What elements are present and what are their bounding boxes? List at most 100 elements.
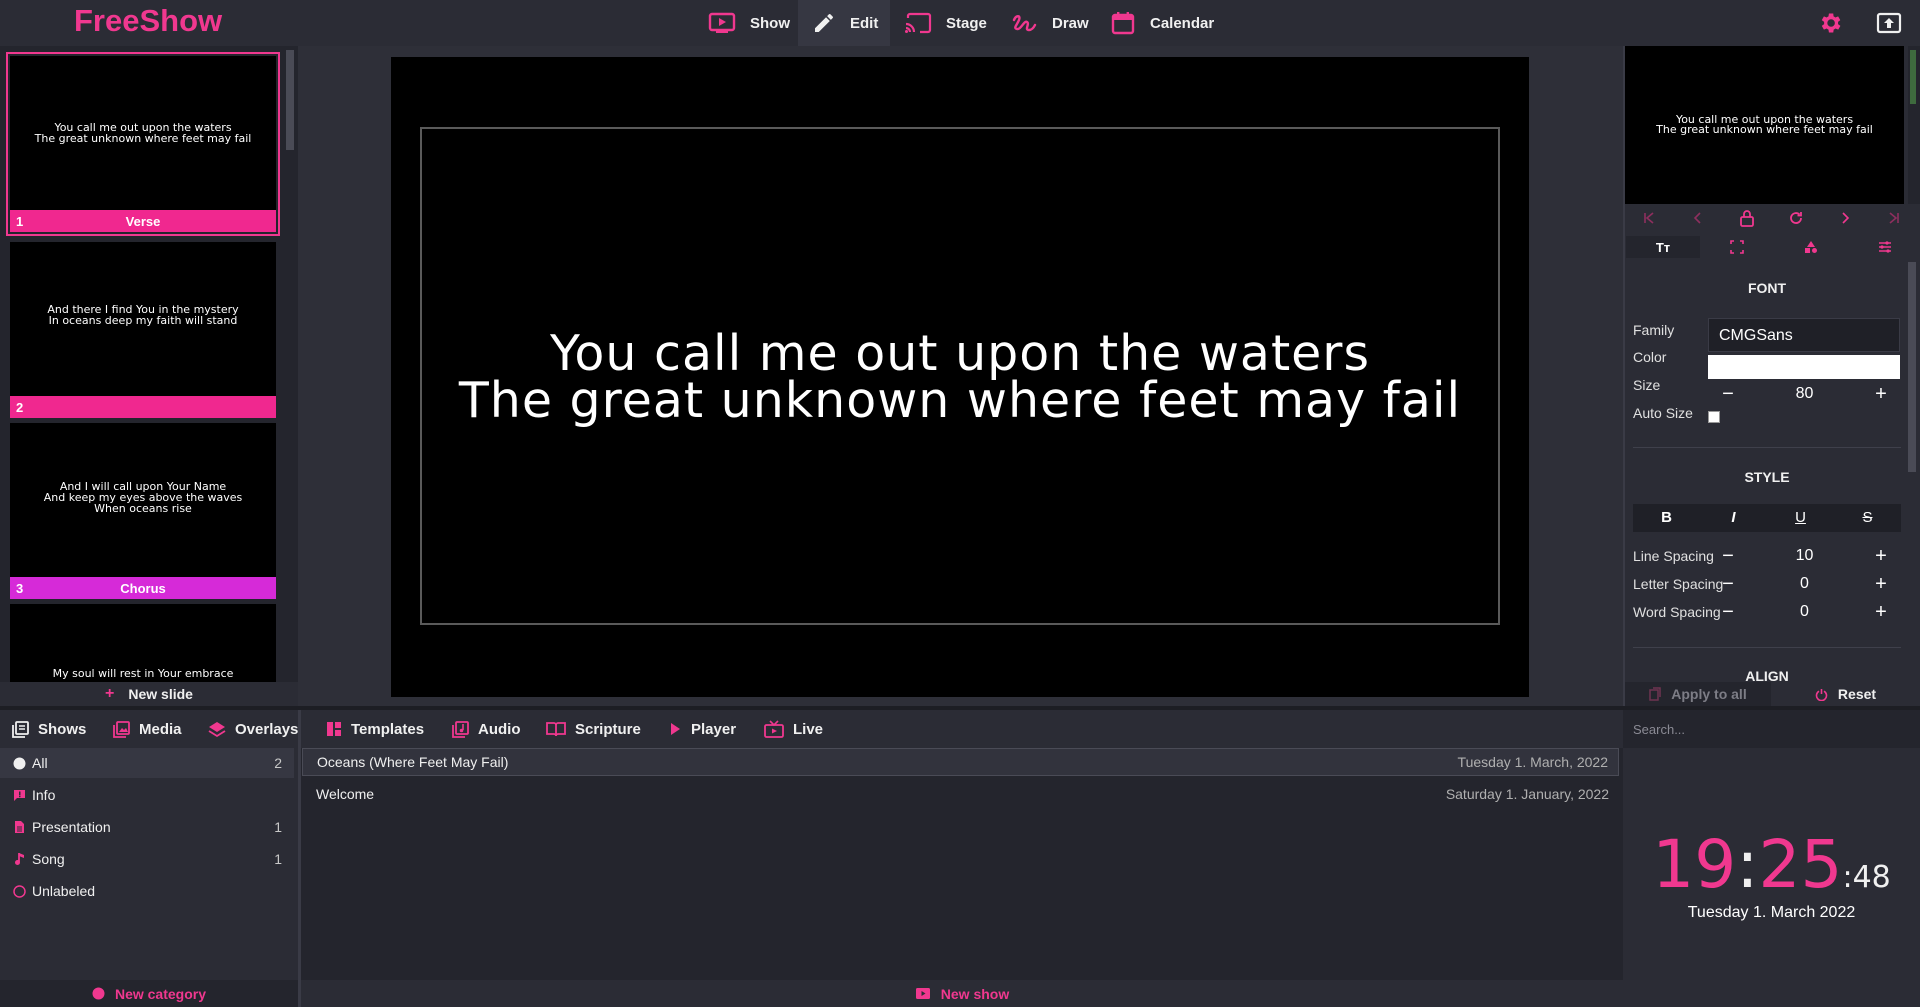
line-spacing-stepper: − 10 + [1708, 543, 1901, 569]
tab-scripture[interactable]: Scripture [546, 710, 641, 748]
decrease-button[interactable]: − [1708, 573, 1748, 596]
tab-templates-label: Templates [351, 720, 425, 738]
editor-line: The great unknown where feet may fail [458, 372, 1462, 429]
text-tab-icon[interactable]: Tт [1626, 236, 1700, 258]
refresh-icon[interactable] [1786, 208, 1806, 228]
tab-audio[interactable]: Audio [452, 710, 521, 748]
filters-tab-icon[interactable] [1848, 236, 1920, 258]
category-presentation[interactable]: Presentation 1 [0, 812, 294, 842]
shapes-tab-icon[interactable] [1774, 236, 1848, 258]
nav-stage[interactable]: Stage [890, 0, 1001, 46]
letter-spacing-value[interactable]: 0 [1748, 575, 1861, 593]
nav-show[interactable]: Show [694, 0, 804, 46]
slide-thumbnail[interactable]: And there I find You in the mystery In o… [10, 242, 276, 418]
nav-calendar-label: Calendar [1150, 14, 1215, 32]
clock-hours: 19 [1652, 826, 1737, 903]
color-picker[interactable] [1708, 355, 1900, 379]
slide-thumbnail[interactable]: And I will call upon Your Name And keep … [10, 423, 276, 599]
bold-button[interactable]: B [1633, 504, 1700, 532]
apply-to-all-button[interactable]: Apply to all [1625, 682, 1771, 706]
search-input[interactable]: Search... [1623, 710, 1920, 748]
decrease-button[interactable]: − [1708, 383, 1748, 406]
auto-size-checkbox[interactable] [1708, 411, 1720, 423]
book-icon [546, 721, 566, 737]
decrease-button[interactable]: − [1708, 601, 1748, 624]
shows-icon [12, 720, 29, 738]
decrease-button[interactable]: − [1708, 545, 1748, 568]
new-category-label: New category [114, 985, 207, 1002]
new-slide-button[interactable]: + New slide [0, 682, 298, 706]
new-show-button[interactable]: New show [301, 980, 1623, 1007]
draw-icon [1010, 12, 1038, 34]
style-section-title: STYLE [1744, 469, 1790, 485]
tab-live[interactable]: Live [764, 710, 823, 748]
increase-button[interactable]: + [1861, 383, 1901, 406]
clock-minutes: 25 [1758, 826, 1843, 903]
last-slide-icon[interactable] [1884, 208, 1904, 228]
image-icon [113, 720, 130, 738]
show-row[interactable]: Oceans (Where Feet May Fail) Tuesday 1. … [302, 748, 1619, 776]
category-count: 1 [274, 819, 282, 835]
tab-templates[interactable]: Templates [326, 710, 424, 748]
line-spacing-label: Line Spacing [1633, 548, 1714, 564]
slide-text-line: The great unknown where feet may fail [34, 132, 252, 145]
word-spacing-value[interactable]: 0 [1748, 603, 1861, 621]
tab-audio-label: Audio [478, 720, 521, 738]
tab-media[interactable]: Media [113, 710, 182, 748]
category-label: Unlabeled [32, 883, 96, 899]
reset-button[interactable]: Reset [1771, 682, 1920, 706]
lock-icon[interactable] [1737, 208, 1757, 228]
nav-edit[interactable]: Edit [798, 0, 890, 46]
output-preview[interactable]: You call me out upon the waters The grea… [1625, 46, 1904, 204]
auto-size-label: Auto Size [1633, 405, 1693, 421]
nav-calendar[interactable]: Calendar [1096, 0, 1228, 46]
size-value[interactable]: 80 [1748, 385, 1861, 403]
nav-draw[interactable]: Draw [996, 0, 1103, 46]
slide-group: Verse [125, 214, 161, 229]
power-icon [1815, 688, 1828, 701]
italic-button[interactable]: I [1700, 504, 1767, 532]
style-buttons: B I U S [1633, 504, 1901, 532]
expand-tab-icon[interactable] [1700, 236, 1774, 258]
properties-scrollbar[interactable] [1908, 262, 1916, 472]
category-song[interactable]: Song 1 [0, 844, 294, 874]
tab-player[interactable]: Player [668, 710, 736, 748]
monitor-play-icon [708, 12, 736, 34]
info-icon [12, 789, 26, 802]
first-slide-icon[interactable] [1639, 208, 1659, 228]
previous-icon[interactable] [1688, 208, 1708, 228]
gear-icon[interactable] [1815, 8, 1845, 38]
show-name: Oceans (Where Feet May Fail) [317, 754, 509, 770]
music-note-icon [12, 852, 26, 866]
increase-button[interactable]: + [1861, 573, 1901, 596]
show-row[interactable]: Welcome Saturday 1. January, 2022 [302, 780, 1619, 808]
increase-button[interactable]: + [1861, 545, 1901, 568]
strikethrough-button[interactable]: S [1834, 504, 1901, 532]
increase-button[interactable]: + [1861, 601, 1901, 624]
tab-media-label: Media [139, 720, 182, 738]
font-family-select[interactable]: CMGSans [1708, 318, 1900, 352]
category-info[interactable]: Info [0, 780, 294, 810]
show-date: Tuesday 1. March, 2022 [1457, 754, 1608, 770]
next-icon[interactable] [1835, 208, 1855, 228]
family-label: Family [1633, 322, 1675, 338]
category-label: All [32, 755, 48, 771]
copy-icon [1649, 687, 1662, 701]
slide-thumbnail[interactable]: My soul will rest in Your embrace [10, 604, 276, 682]
play-icon [668, 721, 682, 737]
category-all[interactable]: All 2 [0, 748, 294, 778]
slides-scrollbar[interactable] [286, 50, 294, 150]
new-category-button[interactable]: New category [0, 980, 298, 1007]
category-count: 1 [274, 851, 282, 867]
category-unlabeled[interactable]: Unlabeled [0, 876, 294, 906]
slide-editor-text[interactable]: You call me out upon the waters The grea… [420, 329, 1500, 429]
line-spacing-value[interactable]: 10 [1748, 547, 1861, 565]
slide-thumbnail[interactable]: You call me out upon the waters The grea… [6, 52, 280, 236]
reset-label: Reset [1837, 686, 1877, 702]
present-icon[interactable] [1874, 8, 1904, 38]
underline-button[interactable]: U [1767, 504, 1834, 532]
circle-icon [12, 757, 26, 770]
ring-icon [12, 884, 26, 898]
tab-shows[interactable]: Shows [12, 710, 86, 748]
tab-overlays[interactable]: Overlays [208, 710, 298, 748]
